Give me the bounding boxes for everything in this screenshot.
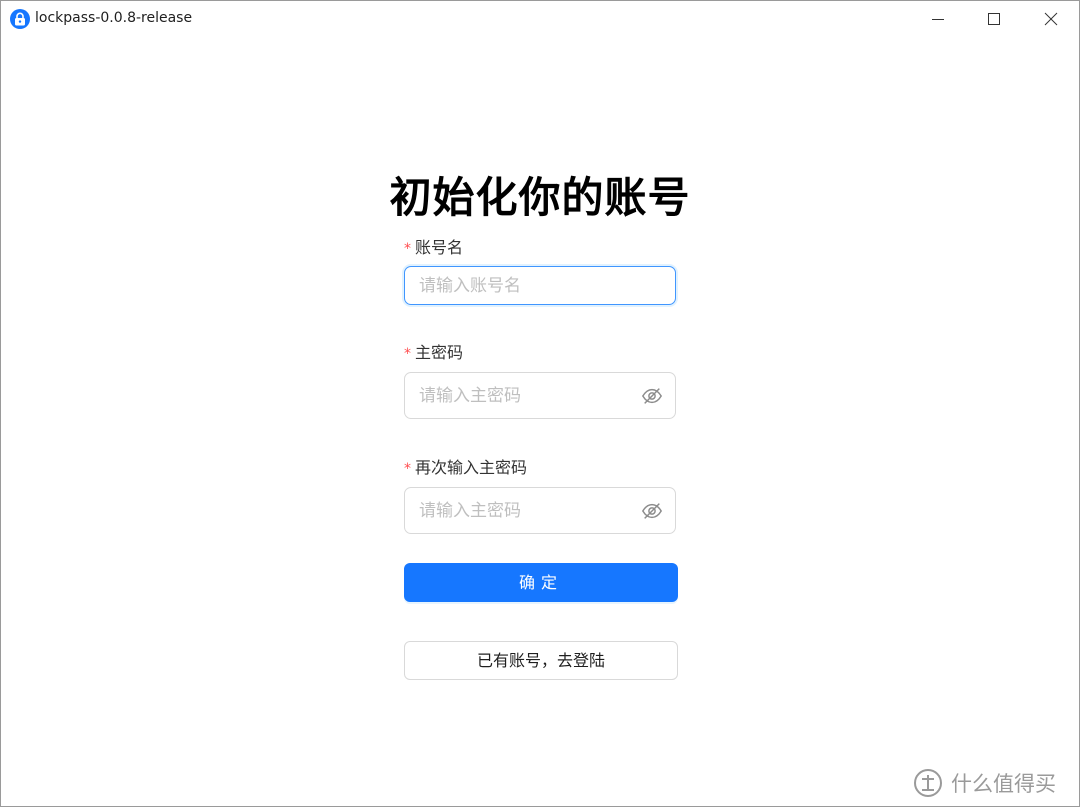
required-mark: *	[404, 346, 411, 362]
account-label: 账号名	[415, 238, 464, 257]
required-mark: *	[404, 241, 411, 257]
close-icon	[1044, 12, 1058, 26]
window-title: lockpass-0.0.8-release	[35, 10, 193, 26]
go-login-button[interactable]: 已有账号，去登陆	[404, 641, 678, 680]
confirm-password-input[interactable]	[419, 488, 639, 533]
account-field[interactable]	[404, 266, 676, 305]
page-title: 初始化你的账号	[389, 173, 691, 222]
confirm-password-label: 再次输入主密码	[415, 458, 528, 477]
eye-hidden-icon[interactable]	[641, 385, 663, 407]
account-input[interactable]	[419, 267, 638, 304]
password-label: 主密码	[415, 343, 464, 362]
password-label-row: * 主密码	[404, 339, 463, 363]
eye-hidden-icon[interactable]	[641, 500, 663, 522]
close-button[interactable]	[1028, 1, 1074, 37]
app-window: lockpass-0.0.8-release 初始化你的账号 *账号名 *主密码	[0, 0, 1080, 807]
zhi-logo-icon	[914, 769, 942, 797]
minimize-button[interactable]	[915, 1, 961, 37]
watermark-text: 什么值得买	[951, 772, 1056, 796]
watermark: 什么值得买	[913, 766, 1056, 800]
confirm-button[interactable]: 确定	[404, 563, 678, 602]
lock-icon	[10, 9, 30, 29]
confirm-password-label-row: * 再次输入主密码	[404, 454, 527, 478]
maximize-icon	[988, 13, 1000, 25]
maximize-button[interactable]	[971, 1, 1017, 37]
account-label-row: * 账号名	[404, 234, 463, 258]
confirm-password-field[interactable]	[404, 487, 676, 534]
title-bar[interactable]: lockpass-0.0.8-release	[1, 1, 1079, 37]
password-field[interactable]	[404, 372, 676, 419]
required-mark: *	[404, 461, 411, 477]
password-input[interactable]	[419, 373, 639, 418]
minimize-icon	[932, 19, 944, 20]
